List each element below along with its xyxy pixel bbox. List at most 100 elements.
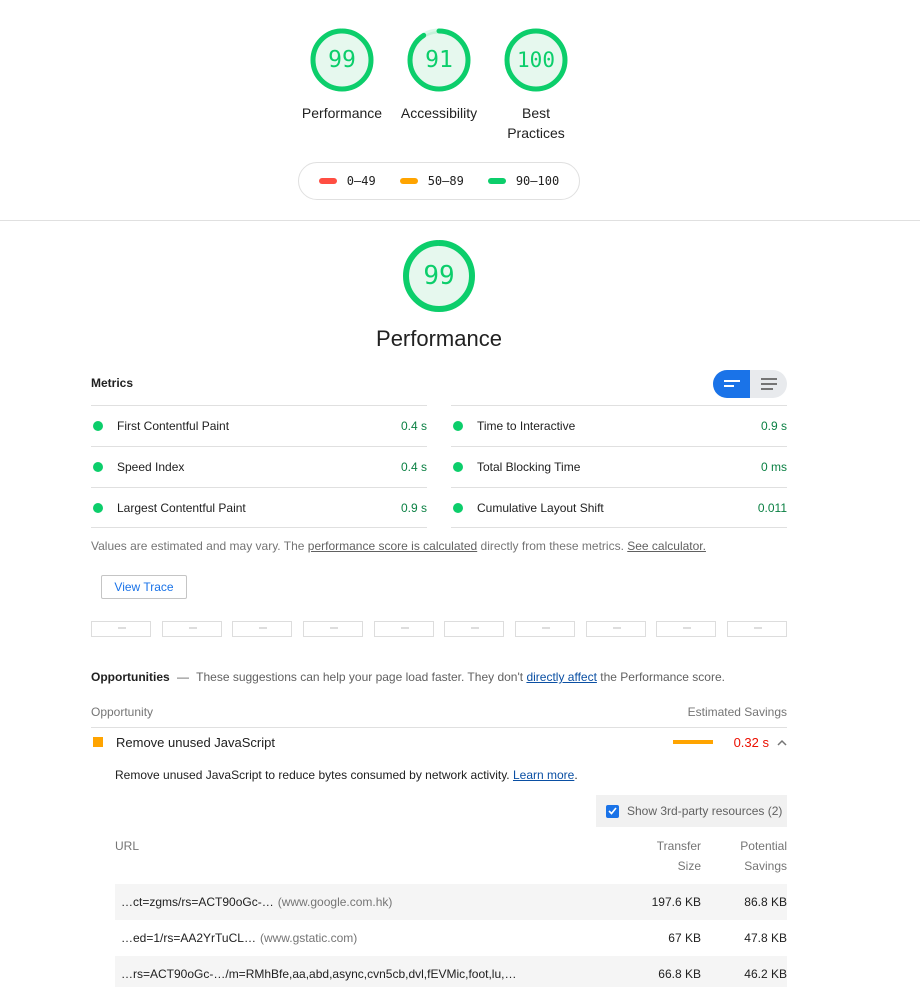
metric-row: Cumulative Layout Shift 0.011 xyxy=(451,487,787,528)
section-divider xyxy=(0,220,920,221)
audit-title: Remove unused JavaScript xyxy=(116,734,275,750)
filmstrip-frame xyxy=(656,621,717,637)
metric-name: Speed Index xyxy=(117,460,185,474)
third-party-label: Show 3rd-party resources (2) xyxy=(627,804,783,818)
average-square-icon xyxy=(93,737,103,747)
chevron-up-icon[interactable] xyxy=(777,735,787,749)
filmstrip-frame xyxy=(514,621,575,637)
gauge-best-practices[interactable]: 100 Best Practices xyxy=(486,27,586,143)
filmstrip-frame xyxy=(373,621,434,637)
directly-affect-link[interactable]: directly affect xyxy=(526,670,596,684)
metric-row: Time to Interactive 0.9 s xyxy=(451,405,787,446)
transfer-size: 197.6 KB xyxy=(651,895,701,909)
audit-savings: 0.32 s xyxy=(733,734,769,750)
column-header-line: Transfer xyxy=(656,839,701,853)
main-gauge-score: 99 xyxy=(423,261,455,291)
note-text: directly from these metrics. xyxy=(477,539,624,553)
filmstrip-frame xyxy=(444,621,505,637)
savings-bar xyxy=(672,740,713,744)
pass-dot-icon xyxy=(453,502,463,513)
metric-name: Time to Interactive xyxy=(477,419,576,433)
filmstrip-frame xyxy=(161,621,222,637)
legend-average-swatch xyxy=(399,178,418,184)
url-text[interactable]: …ct=zgms/rs=ACT90oGc-… xyxy=(121,895,274,909)
learn-more-link[interactable]: Learn more xyxy=(513,768,574,782)
metric-row: Largest Contentful Paint 0.9 s xyxy=(91,487,427,528)
metric-row: Total Blocking Time 0 ms xyxy=(451,446,787,487)
filmstrip-frame xyxy=(91,621,151,637)
legend-pass: 90–100 xyxy=(487,174,559,188)
potential-savings: 47.8 KB xyxy=(744,931,787,945)
gauge-accessibility[interactable]: 91 Accessibility xyxy=(389,27,489,123)
performance-title: Performance xyxy=(376,326,502,351)
transfer-size: 66.8 KB xyxy=(658,967,701,981)
metric-value: 0.9 s xyxy=(400,500,427,515)
metric-row: First Contentful Paint 0.4 s xyxy=(91,405,427,446)
column-url: URL xyxy=(115,839,140,853)
gauge-label-line: Practices xyxy=(507,125,565,141)
column-header-line: Size xyxy=(677,859,701,873)
column-potential-savings: Potential Savings xyxy=(707,836,787,876)
potential-savings: 46.2 KB xyxy=(744,967,787,981)
gauge-performance[interactable]: 99 Performance xyxy=(292,27,392,123)
gauge-label: Accessibility xyxy=(400,105,478,121)
title-dash: — xyxy=(177,670,190,684)
filmstrip-frame xyxy=(302,621,363,637)
expanded-view-button[interactable] xyxy=(750,370,787,398)
legend-fail-swatch xyxy=(318,178,337,184)
metric-name: Cumulative Layout Shift xyxy=(477,500,604,515)
pass-dot-icon xyxy=(93,462,103,472)
metric-row: Speed Index 0.4 s xyxy=(91,446,427,487)
gauge-label: Performance xyxy=(301,105,383,121)
metric-name: First Contentful Paint xyxy=(117,419,230,433)
metric-value: 0.4 s xyxy=(400,419,427,433)
score-calculated-link[interactable]: performance score is calculated xyxy=(308,539,477,553)
metric-name: Total Blocking Time xyxy=(477,460,581,474)
pass-dot-icon xyxy=(93,502,103,513)
opportunities-desc-suffix: the Performance score. xyxy=(596,670,725,684)
column-estimated-savings: Estimated Savings xyxy=(687,705,787,719)
url-host: (www.google.com.hk) xyxy=(277,895,393,909)
potential-savings: 86.8 KB xyxy=(744,895,787,909)
filmstrip-frame xyxy=(232,621,293,637)
filmstrip xyxy=(91,621,787,637)
lines-short-icon xyxy=(723,380,740,387)
gauge-score: 91 xyxy=(425,47,453,73)
audit-description-text: Remove unused JavaScript to reduce bytes… xyxy=(115,768,513,782)
gauge-label-line: Best xyxy=(521,105,550,121)
legend-average: 50–89 xyxy=(399,174,464,188)
metric-value: 0.9 s xyxy=(760,419,787,433)
filmstrip-frame xyxy=(585,621,646,637)
filmstrip-frame xyxy=(726,621,787,637)
pass-dot-icon xyxy=(453,421,463,431)
url-text[interactable]: …rs=ACT90oGc-…/m=RMhBfe,aa,abd,async,cvn… xyxy=(121,967,516,981)
note-text: Values are estimated and may vary. The xyxy=(91,539,308,553)
column-header-line: Potential xyxy=(740,839,787,853)
see-calculator-link[interactable]: See calculator. xyxy=(627,539,706,553)
gauge-score: 99 xyxy=(328,47,356,73)
metric-value: 0.4 s xyxy=(400,460,427,474)
transfer-size: 67 KB xyxy=(668,931,701,945)
metrics-left-column: First Contentful Paint 0.4 s Speed Index 0… xyxy=(91,405,427,528)
metric-name: Largest Contentful Paint xyxy=(117,500,246,515)
compact-view-button[interactable] xyxy=(713,370,750,398)
url-text[interactable]: …ed=1/rs=AA2YrTuCL… xyxy=(121,931,256,945)
metrics-view-toggle[interactable] xyxy=(713,370,787,398)
checkbox-checked-icon[interactable] xyxy=(606,804,619,818)
legend-fail-label: 0–49 xyxy=(346,174,376,188)
view-trace-button[interactable]: View Trace xyxy=(101,575,187,599)
third-party-filter[interactable]: Show 3rd-party resources (2) xyxy=(596,795,787,827)
opportunities-title: Opportunities xyxy=(91,670,170,684)
metrics-title: Metrics xyxy=(91,376,134,390)
metric-value: 0 ms xyxy=(760,460,787,474)
audit-unused-javascript[interactable]: Remove unused JavaScript 0.32 s xyxy=(91,728,787,756)
audit-description-end: . xyxy=(574,768,578,782)
url-host: (www.gstatic.com) xyxy=(259,931,358,945)
audit-description: Remove unused JavaScript to reduce bytes… xyxy=(115,768,578,782)
pass-dot-icon xyxy=(453,462,463,472)
score-legend: 0–49 50–89 90–100 xyxy=(298,162,580,200)
metrics-note: Values are estimated and may vary. The p… xyxy=(91,539,706,553)
opportunities-header: Opportunities — These suggestions can he… xyxy=(91,670,725,684)
metric-value: 0.011 xyxy=(757,500,787,515)
lines-long-icon xyxy=(760,378,777,390)
